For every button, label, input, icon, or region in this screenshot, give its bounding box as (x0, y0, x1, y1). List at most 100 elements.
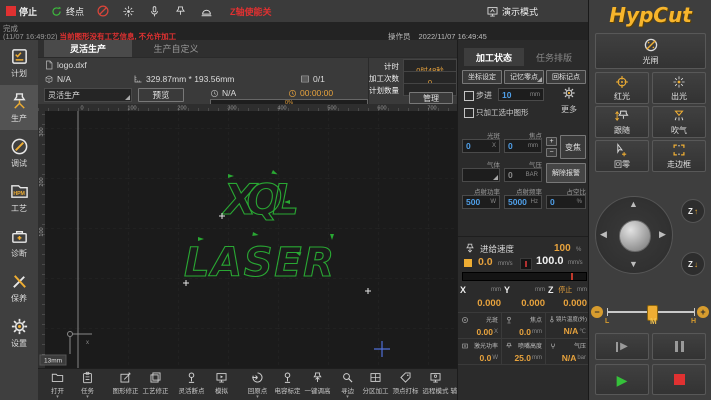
laser-disabled-icon (96, 4, 110, 18)
spot-input[interactable]: 0X (462, 139, 500, 153)
max-speed-icon (520, 258, 532, 270)
focus-minus-button[interactable]: − (546, 148, 557, 157)
tab-task-layout[interactable]: 任务排版 (524, 48, 584, 66)
shutter-button[interactable]: 光闸 (595, 33, 706, 69)
toolbar-open-button[interactable]: 打开▾ (44, 371, 71, 399)
speed-plus-button[interactable]: + (697, 306, 709, 318)
axis-z-header: Z (548, 285, 554, 295)
blow-air-button[interactable]: 吹气 (652, 106, 706, 138)
speed-mid-label[interactable]: M (650, 317, 657, 326)
sidebar-item-maintenance[interactable]: 保养 (0, 265, 38, 310)
tag-icon (399, 371, 412, 384)
drawing-text-line1: XQL (221, 175, 302, 224)
pressure-input[interactable]: 0BAR (504, 168, 542, 182)
start-button[interactable]: ▶ (595, 364, 649, 395)
step-forward-button[interactable]: ▶ (595, 333, 649, 360)
mode-select[interactable]: 灵活生产 (44, 88, 132, 102)
toolbar-task-button[interactable]: 任务▾ (74, 371, 101, 399)
pause-button[interactable] (652, 333, 706, 360)
grid-icon (369, 371, 382, 384)
endpoint-button[interactable]: 终点 (50, 0, 84, 22)
demo-mode-button[interactable]: 演示模式 (486, 0, 538, 22)
toolbar-simulate-button[interactable]: 模拟 (208, 371, 235, 399)
home-button[interactable]: 回零 (595, 140, 649, 172)
step-checkbox[interactable] (464, 91, 474, 101)
jog-up-arrow-icon[interactable]: ▲ (629, 199, 638, 209)
follow-button[interactable]: 跟随 (595, 106, 649, 138)
stop-machining-button[interactable] (652, 364, 706, 395)
sidebar-item-production[interactable]: 生产 (0, 85, 38, 130)
follow-sensor-button[interactable] (148, 0, 161, 22)
toolbar-edge-find-button[interactable]: 寻边▾ (334, 371, 361, 399)
jog-left-arrow-icon[interactable]: ◀ (600, 229, 607, 240)
jog-speed-slider-track[interactable] (607, 311, 695, 313)
jog-center-knob[interactable] (619, 220, 651, 252)
sidebar-item-debug[interactable]: 调试 (0, 130, 38, 175)
clear-alarm-button[interactable]: 解除报警 (546, 163, 586, 183)
sidebar-item-plan[interactable]: 计划 (0, 40, 38, 85)
toolbar-auxiliary-button[interactable]: 辅助功能▾ (450, 371, 457, 399)
burst-icon (122, 5, 135, 18)
toolbar-graphic-fix-button[interactable]: 图形修正 (112, 371, 139, 399)
toolbar-one-key-height-button[interactable]: 一键调高 (304, 371, 331, 399)
toolbar-remote-mode-button[interactable]: 远程模式 (422, 371, 449, 399)
burst-power-input[interactable]: 500W (462, 195, 500, 209)
speed-minus-button[interactable]: − (591, 306, 603, 318)
sidebar-item-process[interactable]: 工艺 (0, 175, 38, 220)
burst-freq-input[interactable]: 5000Hz (504, 195, 542, 209)
top-toolbar: 停止 终点 Z轴使能关 演示模式 (0, 0, 588, 23)
speed-low-label[interactable]: L (605, 318, 609, 325)
memory-zero-button[interactable]: 记忆零点 (504, 70, 544, 84)
red-light-button[interactable]: 红光 (595, 72, 649, 104)
nozzle-button[interactable] (174, 0, 187, 22)
tab-production-custom[interactable]: 生产自定义 (132, 40, 220, 57)
toolbar-vertex-mark-button[interactable]: 顶点打标 (392, 371, 419, 399)
toolbar-breakpoint-button[interactable]: 灵活断点 (178, 371, 205, 399)
home-cursor-icon (615, 143, 629, 157)
stat-laser-power: 激光功率 0.0W (458, 338, 502, 364)
alarm-button[interactable] (200, 0, 213, 22)
speed-slider-track[interactable] (462, 272, 587, 281)
tab-processing-status[interactable]: 加工状态 (464, 48, 524, 66)
laser-disable-button[interactable] (96, 0, 110, 22)
jog-right-arrow-icon[interactable]: ▶ (659, 229, 666, 240)
frame-button[interactable]: 走边框 (652, 140, 706, 172)
toolbar-process-fix-button[interactable]: 工艺修正 (142, 371, 169, 399)
zoom-focus-button[interactable]: 变焦 (560, 135, 586, 159)
jog-down-arrow-icon[interactable]: ▼ (629, 259, 638, 269)
z-minus-button[interactable]: Z↓ (681, 252, 705, 276)
play-icon: ▶ (617, 373, 628, 387)
jog-pad[interactable]: ▲ ▼ ◀ ▶ (595, 196, 673, 274)
count-label: 加工次数 (369, 73, 399, 84)
laser-out-button[interactable] (122, 0, 135, 22)
duty-input[interactable]: 0% (546, 195, 586, 209)
more-label[interactable]: 更多 (561, 104, 577, 115)
laser-out-button[interactable]: 出光 (652, 72, 706, 104)
speed-high-label[interactable]: H (691, 318, 696, 325)
status-panel: 加工状态 任务排版 坐标设定 记忆零点 回标记点 步进 10 mm 更多 只加工… (457, 40, 589, 400)
preview-button[interactable]: 预览 (138, 88, 184, 102)
more-gear-icon[interactable] (562, 86, 576, 100)
sidebar-item-settings[interactable]: 设置 (0, 310, 38, 355)
z-plus-button[interactable]: Z↑ (681, 199, 705, 223)
focus-input[interactable]: 0mm (504, 139, 542, 153)
manage-button[interactable]: 管理 (409, 92, 453, 104)
step-input[interactable]: 10 mm (498, 88, 544, 101)
tab-flexible-production[interactable]: 灵活生产 (44, 40, 132, 57)
endpoint-label: 终点 (66, 5, 84, 18)
focus-plus-button[interactable]: + (546, 137, 557, 146)
work-canvas[interactable]: 0 100 200 300 400 500 600 700 300 200 10… (38, 104, 457, 368)
sidebar-item-diagnosis[interactable]: 诊断 (0, 220, 38, 265)
toolbar-return-origin-button[interactable]: 回原点▾ (244, 371, 271, 399)
ruler-tick-label: 500 (327, 106, 336, 112)
return-mark-button[interactable]: 回标记点 (546, 70, 586, 84)
toolbar-partition-button[interactable]: 分区加工 (362, 371, 389, 399)
only-selected-checkbox[interactable] (464, 108, 474, 118)
coord-set-button[interactable]: 坐标设定 (462, 70, 502, 84)
material-info: N/A (44, 74, 71, 84)
stop-button[interactable]: 停止 (6, 0, 37, 22)
file-name: logo.dxf (44, 60, 87, 70)
gas-select[interactable] (462, 168, 500, 182)
plan-zone: 计时 0时48秒 加工次数 0 计划数量 100 管理 (368, 58, 457, 105)
toolbar-capacitance-cal-button[interactable]: 电容标定 (274, 371, 301, 399)
